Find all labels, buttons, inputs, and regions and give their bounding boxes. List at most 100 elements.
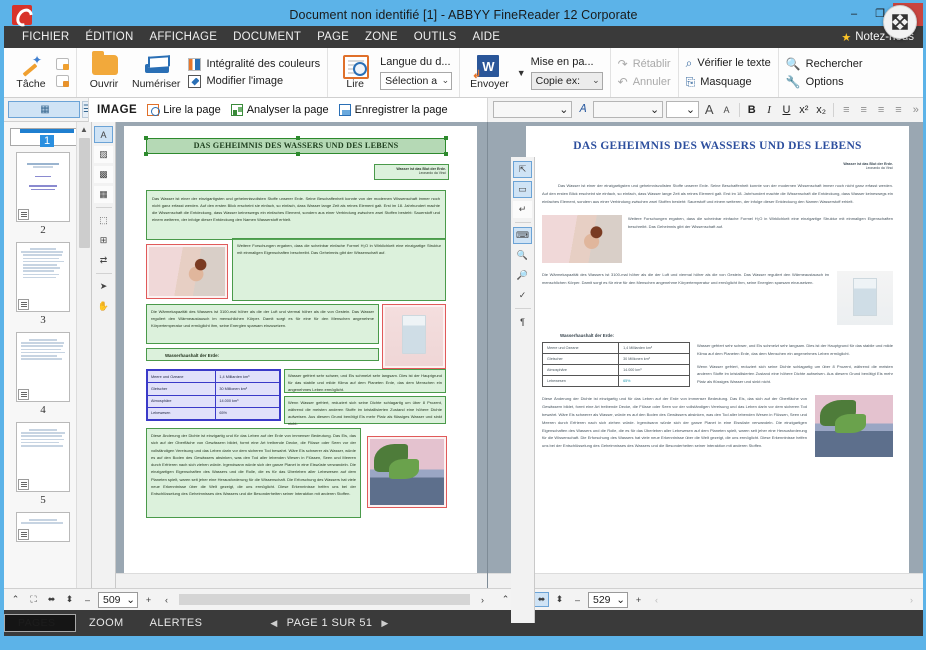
menu-fichier[interactable]: FICHIER bbox=[14, 26, 77, 48]
font-size-select[interactable]: ⌄ bbox=[666, 101, 700, 118]
page-thumbnail-2[interactable]: 2 bbox=[10, 152, 76, 236]
zone-paragraph-4[interactable]: Diese Änderung der Dichte ist einzigarti… bbox=[146, 428, 361, 518]
fit-width-icon[interactable]: ⬌ bbox=[534, 592, 549, 607]
reorder-zones-icon[interactable]: ⇄ bbox=[94, 252, 113, 269]
fit-width-icon[interactable]: ⬌ bbox=[44, 592, 59, 607]
zone-image-leaf[interactable] bbox=[367, 436, 447, 508]
zoom-check-icon[interactable]: 🔍 bbox=[513, 247, 532, 264]
read-page-button[interactable]: Lire la page bbox=[147, 103, 221, 116]
select-zone-icon[interactable]: ⬚ bbox=[94, 212, 113, 229]
page-thumbnail-3[interactable]: 3 bbox=[10, 242, 76, 326]
zone-paragraph-1[interactable]: Das Wasser ist einer der einzigartigsten… bbox=[146, 190, 446, 240]
zoom-out-button[interactable]: – bbox=[80, 592, 95, 607]
table-zone-icon[interactable]: ▦ bbox=[94, 186, 113, 203]
page-thumbnail-5[interactable]: 5 bbox=[10, 422, 76, 506]
status-tab-alertes[interactable]: ALERTES bbox=[137, 610, 216, 636]
zone-image-doctor[interactable] bbox=[146, 244, 228, 299]
undo-button[interactable]: ↶ Annuler bbox=[618, 75, 671, 89]
font-family-select[interactable]: ⌄ bbox=[493, 101, 573, 118]
search-button[interactable]: 🔍 Rechercher bbox=[786, 57, 863, 71]
font-name-select[interactable]: ⌄ bbox=[592, 101, 664, 118]
text-pane[interactable]: ⇱ ▭ ↵ ⌨ 🔍 🔎 ✓ ¶ DAS GEHEIMNIS DES WASSER… bbox=[487, 122, 923, 623]
page-thumbnail-4[interactable]: 4 bbox=[10, 332, 76, 416]
zone-epigraph[interactable]: Wasser ist das Blut der Erde. Leonardo d… bbox=[374, 164, 449, 180]
line-break-icon[interactable]: ↵ bbox=[513, 201, 532, 218]
actual-size-icon[interactable]: ⬍ bbox=[552, 592, 567, 607]
zone-side-note-1[interactable]: Wasser gefriert sehr schwer, und Eis sch… bbox=[284, 369, 446, 393]
fit-page-icon[interactable]: ⛶ bbox=[26, 592, 41, 607]
zone-paragraph-3[interactable]: Die Wärmekapazität des Wassers ist 3100-… bbox=[146, 304, 379, 344]
scanned-page[interactable]: DAS GEHEIMNIS DES WASSERS UND DES LEBENS… bbox=[124, 126, 477, 573]
zoom-level-select[interactable]: 509 ⌄ bbox=[98, 591, 138, 608]
menu-document[interactable]: DOCUMENT bbox=[225, 26, 309, 48]
italic-button[interactable]: I bbox=[762, 101, 776, 118]
layout-select[interactable]: Copie ex: ⌄ bbox=[530, 71, 603, 90]
task-button[interactable]: Tâche bbox=[11, 53, 51, 90]
chevron-left-icon[interactable]: ‹ bbox=[649, 592, 664, 607]
edit-image-button[interactable]: Modifier l'image bbox=[188, 74, 320, 88]
underline-button[interactable]: U bbox=[779, 101, 793, 118]
font-style-icon[interactable]: 𝐴 bbox=[575, 101, 589, 118]
zone-table[interactable]: Meere und Ozeane 1,4 Milliarden km³ Glet… bbox=[146, 369, 281, 421]
align-center-icon[interactable]: ≡ bbox=[857, 101, 871, 118]
chevron-up-icon[interactable]: ⌃ bbox=[8, 592, 23, 607]
zone-title[interactable]: DAS GEHEIMNIS DES WASSERS UND DES LEBENS bbox=[144, 136, 448, 156]
thumbnail-scrollbar[interactable]: ▲ bbox=[76, 122, 91, 588]
overflow-button[interactable]: » bbox=[909, 101, 923, 118]
zone-side-note-2[interactable]: Wenn Wasser gefriert, reduziert sich sei… bbox=[284, 396, 446, 426]
mask-button[interactable]: ⎘ Masquage bbox=[686, 75, 771, 90]
send-dropdown-arrow[interactable]: ▼ bbox=[517, 68, 526, 78]
chevron-left-icon[interactable]: ‹ bbox=[159, 592, 174, 607]
page-thumbnail-1[interactable]: 1 bbox=[10, 128, 82, 147]
align-justify-icon[interactable]: ≡ bbox=[891, 101, 905, 118]
grid-view-icon[interactable]: ▦ bbox=[8, 101, 80, 118]
menu-affichage[interactable]: AFFICHAGE bbox=[141, 26, 225, 48]
image-horizontal-scrollbar[interactable] bbox=[116, 573, 487, 588]
status-tab-zoom[interactable]: ZOOM bbox=[76, 610, 137, 636]
status-tab-pages[interactable]: PAGES bbox=[4, 614, 76, 632]
analyze-page-button[interactable]: Analyser la page bbox=[230, 103, 329, 116]
menu-edition[interactable]: ÉDITION bbox=[77, 26, 141, 48]
shrink-font-button[interactable]: A bbox=[719, 101, 733, 118]
zone-image-glass[interactable] bbox=[382, 304, 446, 369]
align-right-icon[interactable]: ≡ bbox=[874, 101, 888, 118]
open-task-icon[interactable] bbox=[56, 75, 69, 87]
options-button[interactable]: 🔧 Options bbox=[786, 75, 863, 89]
next-page-button[interactable]: ▶ bbox=[381, 618, 388, 629]
pointer-icon[interactable]: ➤ bbox=[94, 278, 113, 295]
zone-paragraph-2[interactable]: Weitere Forschungen ergaben, dass die sc… bbox=[232, 238, 446, 301]
read-button[interactable]: Lire bbox=[335, 55, 375, 90]
language-select[interactable]: Sélection a ⌄ bbox=[380, 71, 453, 90]
menu-outils[interactable]: OUTILS bbox=[406, 26, 465, 48]
chevron-right-icon[interactable]: › bbox=[904, 592, 919, 607]
horizontal-scroll-track[interactable] bbox=[669, 594, 899, 605]
export-icon[interactable]: ⇱ bbox=[513, 161, 532, 178]
character-props-icon[interactable]: ⌨ bbox=[513, 227, 532, 244]
image-zone-icon[interactable]: ▨ bbox=[94, 146, 113, 163]
text-zone-icon[interactable]: A bbox=[94, 126, 113, 143]
paragraph-marks-icon[interactable]: ¶ bbox=[513, 313, 532, 330]
verify-icon[interactable]: 🔎 bbox=[513, 267, 532, 284]
prev-page-button[interactable]: ◀ bbox=[270, 618, 277, 629]
superscript-button[interactable]: x² bbox=[797, 101, 811, 118]
zoom-level-select[interactable]: 529 ⌄ bbox=[588, 591, 628, 608]
chevron-up-icon[interactable]: ▲ bbox=[77, 122, 92, 137]
save-page-button[interactable]: Enregistrer la page bbox=[338, 103, 448, 116]
menu-page[interactable]: PAGE bbox=[309, 26, 357, 48]
actual-size-icon[interactable]: ⬍ bbox=[62, 592, 77, 607]
subscript-button[interactable]: x₂ bbox=[814, 101, 828, 118]
background-image-zone-icon[interactable]: ▩ bbox=[94, 166, 113, 183]
text-horizontal-scrollbar[interactable] bbox=[488, 573, 923, 588]
zone-table-caption[interactable]: Wasserhaushalt der Erde: bbox=[146, 348, 379, 361]
hand-icon[interactable]: ✋ bbox=[94, 298, 113, 315]
scan-button[interactable]: Numériser bbox=[129, 55, 183, 90]
add-part-icon[interactable]: ⊞ bbox=[94, 232, 113, 249]
zoom-out-button[interactable]: – bbox=[570, 592, 585, 607]
menu-aide[interactable]: AIDE bbox=[465, 26, 509, 48]
recognized-text-page[interactable]: DAS GEHEIMNIS DES WASSERS UND DES LEBENS… bbox=[526, 126, 909, 573]
confirm-icon[interactable]: ✓ bbox=[513, 287, 532, 304]
bold-button[interactable]: B bbox=[745, 101, 759, 118]
zoom-in-button[interactable]: + bbox=[631, 592, 646, 607]
new-task-icon[interactable] bbox=[56, 58, 69, 70]
horizontal-scroll-track[interactable] bbox=[179, 594, 470, 605]
